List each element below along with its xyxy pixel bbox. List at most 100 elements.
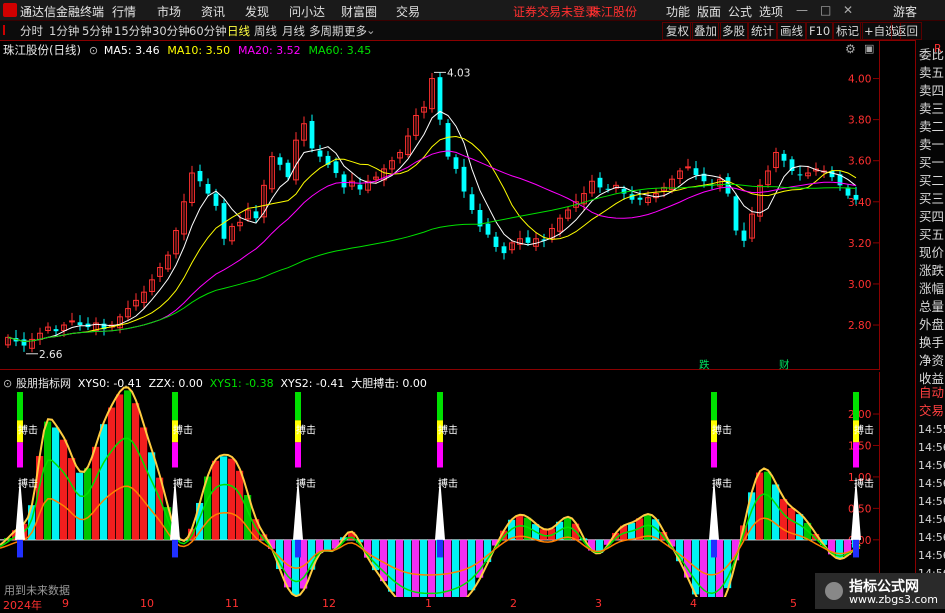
period-more[interactable]: 更多: [344, 23, 367, 39]
minimize-button[interactable]: —: [796, 3, 808, 17]
btn-fuquan[interactable]: 复权: [662, 22, 693, 40]
btn-huaxian[interactable]: 画线: [776, 22, 807, 40]
tick-time: 14:56: [918, 477, 945, 490]
menu-jiaoyi[interactable]: 交易: [396, 3, 420, 20]
candle-body: [77, 322, 83, 326]
signal-column: [172, 539, 178, 558]
signal-label: 搏击: [438, 477, 458, 490]
period-multi[interactable]: 多周期: [309, 23, 344, 39]
period-30min[interactable]: 30分钟: [152, 23, 190, 39]
menu-wenxiaoda[interactable]: 问小达: [289, 3, 325, 20]
current-stock-name[interactable]: 珠江股份: [589, 3, 637, 20]
signal-label: 搏击: [173, 477, 193, 490]
date-tick: 11: [225, 597, 239, 610]
guest-label[interactable]: 游客: [893, 3, 917, 20]
candle-body: [285, 162, 291, 178]
toolbar-handle-icon: [3, 25, 13, 35]
period-weekly[interactable]: 周线: [254, 23, 277, 39]
menu-shichang[interactable]: 市场: [157, 3, 181, 20]
menu-faxian[interactable]: 发现: [245, 3, 269, 20]
side-item: 涨跌: [919, 263, 945, 278]
btn-diejia[interactable]: 叠加: [690, 22, 721, 40]
oscillator-bar: [68, 458, 76, 540]
signal-column: [295, 539, 301, 558]
candle-body: [309, 120, 315, 149]
signal-column: [853, 442, 859, 468]
signal-column: [711, 392, 717, 421]
y-tick-label: 3.40: [848, 197, 871, 209]
signal-label: 搏击: [712, 477, 732, 490]
oscillator-bar: [212, 460, 220, 540]
period-monthly[interactable]: 月线: [282, 23, 305, 39]
signal-column: [853, 392, 859, 421]
date-tick: 5: [790, 597, 797, 610]
candle-body: [317, 150, 323, 157]
chevron-down-icon[interactable]: ⌄: [366, 23, 376, 37]
menu-banmian[interactable]: 版面: [697, 3, 721, 20]
watermark-logo: [825, 582, 843, 600]
signal-column: [437, 442, 443, 468]
candle-body: [733, 196, 739, 231]
signal-column: [172, 392, 178, 421]
candle-body: [213, 193, 219, 206]
close-button[interactable]: ✕: [843, 3, 853, 17]
side-item: 委比: [919, 47, 945, 62]
menu-zixun[interactable]: 资讯: [201, 3, 225, 20]
side-item: 买一: [919, 155, 945, 170]
menu-caifuquan[interactable]: 财富圈: [341, 3, 377, 20]
signal-column: [711, 539, 717, 558]
signal-label: 搏击: [854, 424, 874, 437]
side-item: 买三: [919, 191, 945, 206]
date-tick: 2: [510, 597, 517, 610]
candle-body: [853, 194, 859, 200]
candle-body: [69, 320, 75, 323]
side-item: 总量: [919, 299, 945, 314]
btn-fanhui[interactable]: 返回: [891, 22, 922, 40]
date-tick: 9: [62, 597, 69, 610]
btn-biaoji[interactable]: 标记: [832, 22, 863, 40]
candle-body: [693, 168, 699, 176]
menu-xuanxiang[interactable]: 选项: [759, 3, 783, 20]
btn-f10[interactable]: F10: [805, 22, 835, 40]
period-5min[interactable]: 5分钟: [82, 23, 112, 39]
signal-label: 搏击: [296, 477, 316, 490]
candle-body: [501, 246, 507, 254]
btn-tongji[interactable]: 统计: [747, 22, 778, 40]
candle-body: [197, 170, 203, 182]
signal-label: 搏击: [18, 477, 38, 490]
candle-body: [485, 223, 491, 235]
oscillator-bar: [756, 472, 764, 540]
candle-body: [341, 174, 347, 188]
date-tick: 2024年: [3, 599, 42, 612]
btn-duogu[interactable]: 多股: [718, 22, 749, 40]
date-tick: 10: [140, 597, 154, 610]
auto-trade-button[interactable]: 自动: [919, 384, 945, 402]
oscillator-bar: [324, 539, 332, 551]
date-tick: 4: [690, 597, 697, 610]
menu-hangqing[interactable]: 行情: [112, 3, 136, 20]
period-60min[interactable]: 60分钟: [189, 23, 227, 39]
period-1min[interactable]: 1分钟: [49, 23, 79, 39]
oscillator-bar: [788, 508, 796, 540]
tick-time: 14:56: [918, 495, 945, 508]
candlestick-chart[interactable]: 4.00 3.80 3.60 3.40 3.20 3.00 2.80 4.03 2.66 跌 财: [0, 40, 880, 370]
signal-column: [437, 392, 443, 421]
menu-gongshi[interactable]: 公式: [728, 3, 752, 20]
oscillator-bar: [140, 427, 148, 540]
maximize-button[interactable]: □: [820, 3, 831, 17]
period-daily[interactable]: 日线: [227, 23, 250, 39]
auto-trade-button[interactable]: 交易: [919, 402, 945, 420]
side-item: 涨幅: [919, 281, 945, 296]
indicator-chart[interactable]: 2.001.501.000.500.00搏击搏击搏击搏击搏击搏击搏击搏击搏击搏击…: [0, 372, 880, 597]
period-15min[interactable]: 15分钟: [114, 23, 152, 39]
candle-body: [333, 161, 339, 174]
period-fenshi[interactable]: 分时: [20, 23, 43, 39]
date-tick: 3: [595, 597, 602, 610]
side-item: 卖五: [919, 65, 945, 80]
login-warning[interactable]: 证券交易未登录: [513, 3, 597, 20]
oscillator-bar: [100, 424, 108, 540]
candle-body: [461, 166, 467, 192]
candle-body: [685, 166, 691, 169]
menu-gongneng[interactable]: 功能: [666, 3, 690, 20]
watermark-url: www.zbgs3.com: [849, 593, 938, 606]
